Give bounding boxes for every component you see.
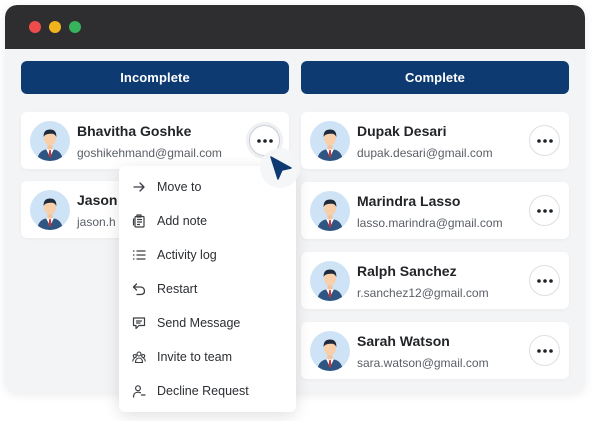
more-dots-icon — [257, 139, 273, 143]
more-options-button[interactable] — [529, 265, 560, 296]
mouse-cursor-icon — [260, 148, 300, 188]
contact-card[interactable]: Ralph Sanchez r.sanchez12@gmail.com — [301, 252, 569, 309]
contact-email: goshikehmand@gmail.com — [77, 146, 222, 160]
contact-email: sara.watson@gmail.com — [357, 356, 489, 370]
team-icon — [131, 349, 147, 365]
more-options-button[interactable] — [529, 125, 560, 156]
more-dots-icon — [537, 279, 553, 283]
contact-name: Ralph Sanchez — [357, 263, 457, 279]
more-options-button[interactable] — [529, 335, 560, 366]
menu-item-activity-log[interactable]: Activity log — [119, 238, 296, 272]
contact-name: Marindra Lasso — [357, 193, 461, 209]
menu-item-decline-request[interactable]: Decline Request — [119, 374, 296, 408]
contact-name: Jason — [77, 192, 118, 208]
contact-name: Dupak Desari — [357, 123, 447, 139]
menu-item-label: Move to — [157, 180, 202, 194]
contact-name: Bhavitha Goshke — [77, 123, 192, 139]
column-header-complete[interactable]: Complete — [301, 61, 569, 94]
more-dots-icon — [537, 209, 553, 213]
menu-item-send-message[interactable]: Send Message — [119, 306, 296, 340]
list-icon — [131, 247, 147, 263]
menu-item-label: Add note — [157, 214, 208, 228]
column-header-incomplete[interactable]: Incomplete — [21, 61, 289, 94]
contact-card[interactable]: Marindra Lasso lasso.marindra@gmail.com — [301, 182, 569, 239]
avatar — [30, 121, 70, 161]
undo-icon — [131, 281, 147, 297]
contact-email: r.sanchez12@gmail.com — [357, 286, 489, 300]
menu-item-add-note[interactable]: Add note — [119, 204, 296, 238]
window-titlebar — [5, 5, 585, 49]
contact-email: jason.h — [77, 215, 116, 229]
avatar — [310, 331, 350, 371]
context-menu: Move to Add note Activity log Restart Se… — [119, 166, 296, 412]
avatar — [310, 261, 350, 301]
menu-item-label: Send Message — [157, 316, 241, 330]
contact-email: dupak.desari@gmail.com — [357, 146, 493, 160]
avatar — [310, 121, 350, 161]
contact-email: lasso.marindra@gmail.com — [357, 216, 503, 230]
contact-card[interactable]: Dupak Desari dupak.desari@gmail.com — [301, 112, 569, 169]
minimize-window-button[interactable] — [49, 21, 61, 33]
arrow-right-icon — [131, 179, 147, 195]
user-minus-icon — [131, 383, 147, 399]
menu-item-label: Decline Request — [157, 384, 249, 398]
maximize-window-button[interactable] — [69, 21, 81, 33]
menu-item-invite-to-team[interactable]: Invite to team — [119, 340, 296, 374]
menu-item-restart[interactable]: Restart — [119, 272, 296, 306]
avatar — [310, 191, 350, 231]
contact-card[interactable]: Sarah Watson sara.watson@gmail.com — [301, 322, 569, 379]
more-dots-icon — [537, 139, 553, 143]
message-icon — [131, 315, 147, 331]
contact-name: Sarah Watson — [357, 333, 450, 349]
close-window-button[interactable] — [29, 21, 41, 33]
menu-item-label: Restart — [157, 282, 198, 296]
contact-card[interactable]: Bhavitha Goshke goshikehmand@gmail.com — [21, 112, 289, 169]
avatar — [30, 190, 70, 230]
menu-item-label: Activity log — [157, 248, 217, 262]
more-options-button[interactable] — [529, 195, 560, 226]
more-dots-icon — [537, 349, 553, 353]
note-icon — [131, 213, 147, 229]
menu-item-label: Invite to team — [157, 350, 233, 364]
